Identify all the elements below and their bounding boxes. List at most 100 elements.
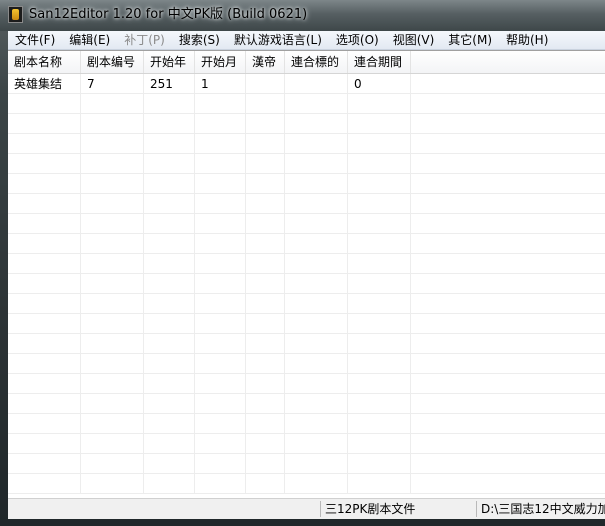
empty-cell [81,114,144,134]
menu-edit[interactable]: 编辑(E) [62,31,117,49]
empty-cell [195,274,246,294]
empty-cell [81,454,144,474]
empty-row [8,374,605,394]
empty-row [8,194,605,214]
empty-row [8,434,605,454]
column-header-coalition-target[interactable]: 連合標的 [285,51,348,73]
empty-cell [246,194,285,214]
empty-cell [144,94,195,114]
empty-row [8,334,605,354]
empty-cell [285,394,348,414]
status-bar: 三12PK剧本文件 D:\三国志12中文威力加 [8,498,605,519]
empty-row [8,354,605,374]
empty-row [8,174,605,194]
app-icon[interactable] [8,6,23,23]
list-header: 剧本名称 剧本编号 开始年 开始月 漢帝 連合標的 連合期間 [8,51,605,74]
empty-cell [8,374,81,394]
column-header-scenario-id[interactable]: 剧本编号 [81,51,144,73]
menu-search[interactable]: 搜索(S) [172,31,227,49]
empty-cell [246,454,285,474]
menu-options[interactable]: 选项(O) [329,31,386,49]
column-header-coalition-period[interactable]: 連合期間 [348,51,411,73]
menu-view[interactable]: 视图(V) [386,31,442,49]
empty-cell [348,134,411,154]
empty-cell [81,334,144,354]
empty-cell [246,214,285,234]
cell-scenario-id: 7 [81,74,144,94]
empty-cell [285,294,348,314]
empty-cell [8,214,81,234]
empty-row [8,214,605,234]
empty-row [8,414,605,434]
empty-cell [8,254,81,274]
title-bar[interactable]: San12Editor 1.20 for 中文PK版 (Build 0621) [0,0,605,31]
empty-cell [144,134,195,154]
empty-cell [8,274,81,294]
table-row[interactable]: 英雄集结 7 251 1 0 [8,74,605,94]
empty-cell [246,394,285,414]
empty-row [8,314,605,334]
empty-cell [8,314,81,334]
empty-cell [285,254,348,274]
empty-cell [81,254,144,274]
empty-cell [195,194,246,214]
empty-cell [144,314,195,334]
menu-patch[interactable]: 补丁(P) [117,31,172,49]
empty-cell [195,94,246,114]
empty-cell [348,434,411,454]
menu-other[interactable]: 其它(M) [441,31,499,49]
empty-cell [348,114,411,134]
empty-cell [144,394,195,414]
scenario-list[interactable]: 剧本名称 剧本编号 开始年 开始月 漢帝 連合標的 連合期間 英雄集结 7 25… [8,50,605,499]
empty-cell [195,154,246,174]
empty-cell [81,94,144,114]
empty-cell [195,394,246,414]
client-area: 文件(F) 编辑(E) 补丁(P) 搜索(S) 默认游戏语言(L) 选项(O) … [8,31,605,519]
empty-cell [246,354,285,374]
empty-cell [8,154,81,174]
empty-cell [8,354,81,374]
empty-cell [195,174,246,194]
empty-cell [144,114,195,134]
empty-cell [195,374,246,394]
empty-cell [8,194,81,214]
menu-help[interactable]: 帮助(H) [499,31,555,49]
empty-cell [144,474,195,494]
empty-cell [8,134,81,154]
empty-cell [195,114,246,134]
status-pane-main [8,501,320,517]
empty-cell [246,234,285,254]
column-header-scenario-name[interactable]: 剧本名称 [8,51,81,73]
empty-cell [246,114,285,134]
empty-row [8,134,605,154]
empty-cell [348,234,411,254]
empty-cell [285,214,348,234]
empty-row [8,294,605,314]
empty-row [8,254,605,274]
empty-cell [348,214,411,234]
empty-cell [246,374,285,394]
empty-cell [246,274,285,294]
empty-cell [8,234,81,254]
empty-cell [195,314,246,334]
empty-cell [195,234,246,254]
empty-cell [144,434,195,454]
empty-cell [285,454,348,474]
empty-cell [348,174,411,194]
empty-cell [246,314,285,334]
empty-cell [195,454,246,474]
column-header-start-year[interactable]: 开始年 [144,51,195,73]
empty-cell [144,374,195,394]
empty-cell [195,434,246,454]
empty-cell [8,114,81,134]
empty-cell [285,174,348,194]
menu-file[interactable]: 文件(F) [8,31,62,49]
empty-cell [246,294,285,314]
empty-cell [195,134,246,154]
empty-cell [285,94,348,114]
column-header-han-emperor[interactable]: 漢帝 [246,51,285,73]
window-title: San12Editor 1.20 for 中文PK版 (Build 0621) [29,7,308,22]
empty-row [8,454,605,474]
column-header-start-month[interactable]: 开始月 [195,51,246,73]
menu-default-language[interactable]: 默认游戏语言(L) [227,31,329,49]
